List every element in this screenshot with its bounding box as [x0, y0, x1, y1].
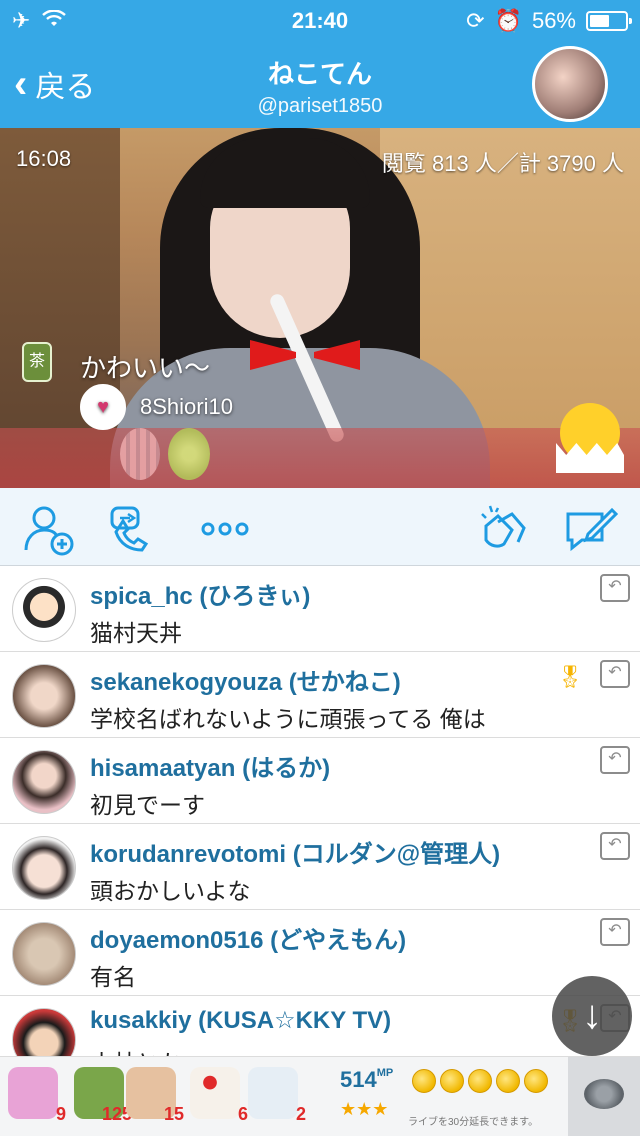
- coin-icon: [440, 1069, 464, 1093]
- comment-username[interactable]: korudanrevotomi (コルダン@管理人): [90, 834, 500, 869]
- comment-username[interactable]: doyaemon0516 (どやえもん): [90, 920, 406, 955]
- chick-sticker: [560, 403, 620, 463]
- gift-count: 6: [237, 1104, 248, 1124]
- gift-bear[interactable]: 9: [8, 1067, 66, 1125]
- comment-text: 初見でーす: [90, 792, 205, 818]
- video-bg-bed: [0, 428, 640, 488]
- gift-sender: ♥ 8Shiori10: [80, 384, 233, 430]
- comment-username[interactable]: kusakkiy (KUSA☆KKY TV): [90, 1006, 391, 1035]
- coin-icon: [412, 1069, 436, 1093]
- arrow-down-icon: ↓: [582, 993, 602, 1037]
- comment-list[interactable]: spica_hc (ひろきぃ) 猫村天丼 ↶ sekanekogyouza (せ…: [0, 566, 640, 1056]
- comment-text: 小林とか: [90, 1044, 182, 1056]
- write-comment-button[interactable]: [564, 502, 619, 556]
- extend-coins[interactable]: [412, 1069, 548, 1093]
- comment-username[interactable]: hisamaatyan (はるか): [90, 748, 330, 783]
- ribbon-badge-icon: 🎖: [556, 664, 584, 689]
- gift-count: 15: [163, 1104, 184, 1124]
- coin-slot-button[interactable]: [568, 1057, 640, 1136]
- red-ribbon: [250, 340, 360, 374]
- viewer-count: 閲覧 813 人／計 3790 人: [381, 151, 624, 176]
- gift-sender-name: 8Shiori10: [140, 394, 233, 419]
- easter-egg-green: [168, 428, 210, 480]
- extend-note: ライブを30分延長できます。: [408, 1117, 539, 1128]
- comment-row[interactable]: sekanekogyouza (せかねこ) 学校名ばれないように頑張ってる 俺は…: [0, 652, 640, 738]
- star-rating: ★★★: [340, 1099, 389, 1119]
- live-video[interactable]: [0, 128, 640, 488]
- comment-avatar[interactable]: [12, 836, 76, 900]
- comment-row[interactable]: hisamaatyan (はるか) 初見でーす ↶: [0, 738, 640, 824]
- comment-row[interactable]: korudanrevotomi (コルダン@管理人) 頭おかしいよな ↶: [0, 824, 640, 910]
- reply-icon[interactable]: ↶: [600, 660, 630, 688]
- reply-icon[interactable]: ↶: [600, 918, 630, 946]
- rabbit-gift-icon: [248, 1067, 298, 1119]
- applause-button[interactable]: [478, 502, 532, 556]
- gift-count: 2: [295, 1104, 306, 1124]
- points-unit: MP: [376, 1067, 394, 1079]
- compose-icon: [566, 507, 619, 552]
- comment-row[interactable]: spica_hc (ひろきぃ) 猫村天丼 ↶: [0, 566, 640, 652]
- comment-text: 学校名ばれないように頑張ってる 俺は: [90, 706, 486, 732]
- coin-icon: [496, 1069, 520, 1093]
- comment-text: 頭おかしいよな: [90, 878, 251, 904]
- comment-row[interactable]: doyaemon0516 (どやえもん) 有名 ↶: [0, 910, 640, 996]
- comment-row[interactable]: kusakkiy (KUSA☆KKY TV) 小林とか 🎖 ↶: [0, 996, 640, 1056]
- tea-gift-icon: 茶: [22, 342, 52, 382]
- scroll-to-latest-button[interactable]: ↓: [552, 976, 632, 1056]
- battery-icon: [586, 11, 632, 31]
- rotation-lock-icon: ⟳: [466, 8, 485, 33]
- points-value: 514: [340, 1067, 377, 1092]
- broadcaster-avatar[interactable]: [532, 46, 608, 122]
- collab-call-button[interactable]: [106, 502, 160, 556]
- gift-clap[interactable]: 15: [126, 1067, 184, 1125]
- broadcast-elapsed: 16:08: [16, 146, 72, 171]
- video-call-icon: [110, 506, 149, 552]
- gift-count: 9: [55, 1104, 66, 1124]
- more-options-button[interactable]: [198, 502, 252, 556]
- gift-message: かわいい〜: [80, 353, 211, 383]
- cake-gift-icon: [190, 1067, 240, 1119]
- points-display: 514MP: [340, 1067, 393, 1093]
- comment-text: 猫村天丼: [90, 620, 182, 646]
- coin-icon: [468, 1069, 492, 1093]
- comment-username[interactable]: sekanekogyouza (せかねこ): [90, 662, 401, 697]
- gift-cake[interactable]: 6: [190, 1067, 248, 1125]
- clap-icon: [481, 505, 526, 548]
- comment-avatar[interactable]: [12, 578, 76, 642]
- add-user-button[interactable]: [22, 502, 76, 556]
- gift-bar: 9 125 15 6 2 514MP ★★★ ライブを30分延長できます。: [0, 1056, 640, 1136]
- comment-text: 有名: [90, 964, 136, 990]
- easter-egg-pink: [120, 428, 160, 480]
- alarm-icon: ⏰: [494, 8, 522, 33]
- comment-avatar[interactable]: [12, 750, 76, 814]
- gift-rabbit[interactable]: 2: [248, 1067, 306, 1125]
- more-icon: [201, 522, 249, 536]
- add-user-icon: [24, 506, 74, 556]
- comment-avatar[interactable]: [12, 1008, 76, 1056]
- bear-gift-icon: [8, 1067, 58, 1119]
- comment-avatar[interactable]: [12, 922, 76, 986]
- header: ✈ 21:40 ⟳ ⏰ 56% ‹ 戻る ねこてん @pariset1850: [0, 0, 640, 128]
- action-bar: [0, 488, 640, 566]
- coin-slot-icon: [584, 1079, 624, 1109]
- reply-icon[interactable]: ↶: [600, 746, 630, 774]
- gift-sender-avatar: ♥: [80, 384, 126, 430]
- reply-icon[interactable]: ↶: [600, 574, 630, 602]
- comment-avatar[interactable]: [12, 664, 76, 728]
- comment-username[interactable]: spica_hc (ひろきぃ): [90, 576, 310, 611]
- coin-icon: [524, 1069, 548, 1093]
- status-bar: ✈ 21:40 ⟳ ⏰ 56%: [0, 0, 640, 40]
- reply-icon[interactable]: ↶: [600, 832, 630, 860]
- gift-tea[interactable]: 125: [74, 1067, 132, 1125]
- battery-percent: 56%: [531, 8, 576, 33]
